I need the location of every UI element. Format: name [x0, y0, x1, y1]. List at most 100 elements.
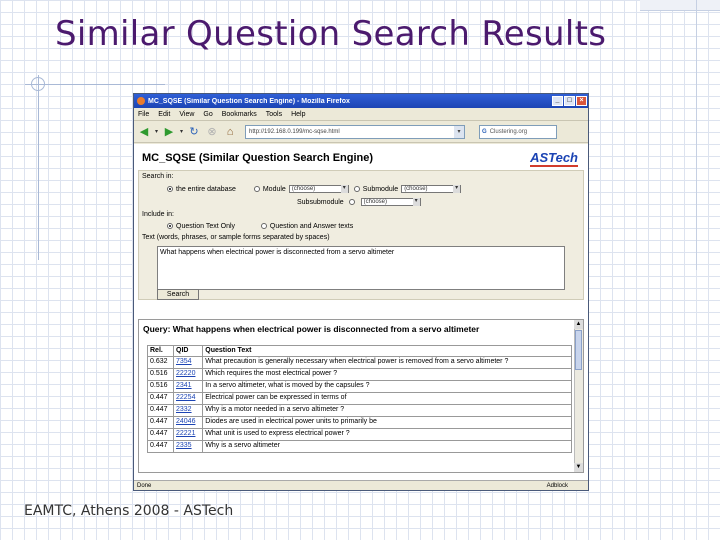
search-scope-row: the entire database Module(choose) Submo…: [167, 185, 464, 193]
radio-entire-database-label: the entire database: [176, 185, 236, 193]
header-qid: QID: [172, 345, 204, 357]
search-engine-icon: G: [482, 128, 487, 135]
row-question-text: What precaution is generally necessary w…: [202, 356, 572, 369]
query-textarea[interactable]: What happens when electrical power is di…: [157, 246, 565, 290]
row-qid-link[interactable]: 2341: [176, 382, 192, 389]
stop-icon[interactable]: ⊗: [205, 125, 219, 139]
search-in-label: Search in:: [142, 173, 174, 180]
close-button[interactable]: ×: [576, 96, 587, 106]
reload-icon[interactable]: ↻: [187, 125, 201, 139]
search-button[interactable]: Search: [157, 289, 199, 300]
slide-footer: EAMTC, Athens 2008 - ASTech: [24, 503, 234, 519]
subsubmodule-select[interactable]: (choose): [360, 198, 421, 206]
browser-window: MC_SQSE (Similar Question Search Engine)…: [133, 93, 589, 491]
results-scrollbar[interactable]: ▲ ▼: [574, 320, 583, 472]
adblock-status[interactable]: Adblock: [547, 481, 568, 490]
radio-subsubmodule[interactable]: [348, 199, 355, 205]
row-qid-link[interactable]: 2335: [176, 442, 192, 449]
row-rel: 0.447: [147, 428, 174, 441]
include-row: Question Text Only Question and Answer t…: [167, 223, 353, 230]
table-row: 0.447 22221 What unit is used to express…: [147, 428, 572, 441]
slide-decoration-vline: [38, 75, 39, 260]
scroll-thumb[interactable]: [575, 330, 582, 370]
row-question-text: Electrical power can be expressed in ter…: [202, 392, 572, 405]
radio-question-text-only[interactable]: [167, 223, 173, 230]
slide-decoration-circle: [31, 77, 45, 91]
table-row: 0.516 2341 In a servo altimeter, what is…: [147, 380, 572, 393]
table-row: 0.447 24046 Diodes are used in electrica…: [147, 416, 572, 429]
menu-bookmarks[interactable]: Bookmarks: [222, 111, 257, 118]
radio-module[interactable]: [253, 186, 260, 192]
window-title: MC_SQSE (Similar Question Search Engine)…: [148, 97, 350, 105]
forward-arrow-icon[interactable]: ▶: [162, 125, 176, 139]
maximize-button[interactable]: □: [564, 96, 575, 106]
row-rel: 0.447: [147, 392, 174, 405]
header-question-text: Question Text: [202, 345, 572, 357]
firefox-icon: [137, 97, 145, 105]
header-rel: Rel.: [147, 345, 174, 357]
row-rel: 0.516: [147, 380, 174, 393]
status-bar: Done Adblock: [134, 480, 588, 490]
back-dropdown-icon[interactable]: ▾: [155, 128, 158, 135]
astech-logo: ASTech: [530, 150, 578, 167]
submodule-label: Submodule: [362, 185, 399, 193]
row-qid-link[interactable]: 7354: [176, 358, 192, 365]
url-bar[interactable]: http://192.168.0.199/mc-sqse.html ▾: [245, 124, 466, 139]
minimize-button[interactable]: _: [552, 96, 563, 106]
url-dropdown-icon[interactable]: ▾: [454, 125, 465, 138]
menu-tools[interactable]: Tools: [266, 111, 282, 118]
radio-entire-database[interactable]: [167, 186, 173, 192]
row-question-text: Diodes are used in electrical power unit…: [202, 416, 572, 429]
row-question-text: Which requires the most electrical power…: [202, 368, 572, 381]
results-query-line: Query: What happens when electrical powe…: [143, 324, 480, 334]
menu-bar: File Edit View Go Bookmarks Tools Help: [134, 108, 588, 121]
page-content: MC_SQSE (Similar Question Search Engine)…: [134, 144, 588, 480]
row-rel: 0.632: [147, 356, 174, 369]
row-rel: 0.516: [147, 368, 174, 381]
row-question-text: In a servo altimeter, what is moved by t…: [202, 380, 572, 393]
menu-file[interactable]: File: [138, 111, 149, 118]
navigation-toolbar: ◀ ▾ ▶ ▾ ↻ ⊗ ⌂ http://192.168.0.199/mc-sq…: [134, 121, 588, 143]
table-row: 0.447 22254 Electrical power can be expr…: [147, 392, 572, 405]
table-row: 0.447 2332 Why is a motor needed in a se…: [147, 404, 572, 417]
slide-top-decoration: [640, 0, 720, 11]
row-qid-link[interactable]: 2332: [176, 406, 192, 413]
module-select[interactable]: (choose): [288, 185, 349, 193]
row-qid-link[interactable]: 22221: [176, 430, 195, 437]
radio-question-and-answer[interactable]: [260, 223, 267, 230]
row-qid-link[interactable]: 22220: [176, 370, 195, 377]
results-panel: Query: What happens when electrical powe…: [138, 319, 584, 473]
status-text: Done: [137, 483, 152, 489]
slide-decoration-hline: [25, 84, 165, 85]
row-question-text: Why is a motor needed in a servo altimet…: [202, 404, 572, 417]
table-row: 0.516 22220 Which requires the most elec…: [147, 368, 572, 381]
submodule-select[interactable]: (choose): [401, 185, 462, 193]
back-arrow-icon[interactable]: ◀: [137, 125, 151, 139]
scroll-down-icon[interactable]: ▼: [574, 463, 583, 472]
table-row: 0.632 7354 What precaution is generally …: [147, 356, 572, 369]
row-question-text: What unit is used to express electrical …: [202, 428, 572, 441]
row-rel: 0.447: [147, 404, 174, 417]
radio-submodule[interactable]: [353, 186, 360, 192]
subsubmodule-row: Subsubmodule (choose): [297, 198, 424, 206]
scroll-up-icon[interactable]: ▲: [574, 320, 583, 329]
search-form: Search in: the entire database Module (ch…: [138, 170, 584, 300]
row-question-text: Why is a servo altimeter: [202, 440, 572, 453]
menu-edit[interactable]: Edit: [158, 111, 170, 118]
row-qid-link[interactable]: 22254: [176, 394, 195, 401]
radio-question-text-only-label: Question Text Only: [176, 223, 236, 230]
slide-right-decoration-line: [696, 0, 697, 270]
text-hint-label: Text (words, phrases, or sample forms se…: [142, 234, 330, 241]
app-title: MC_SQSE (Similar Question Search Engine): [142, 152, 374, 164]
browser-search-text: Clustering.org: [489, 128, 528, 135]
slide-title: Similar Question Search Results: [55, 14, 607, 54]
browser-search-box[interactable]: G Clustering.org: [479, 124, 558, 139]
menu-help[interactable]: Help: [291, 111, 305, 118]
row-qid-link[interactable]: 24046: [176, 418, 195, 425]
menu-go[interactable]: Go: [203, 111, 212, 118]
row-rel: 0.447: [147, 440, 174, 453]
menu-view[interactable]: View: [179, 111, 194, 118]
forward-dropdown-icon[interactable]: ▾: [180, 128, 183, 135]
url-text: http://192.168.0.199/mc-sqse.html: [249, 128, 340, 135]
home-icon[interactable]: ⌂: [223, 125, 237, 139]
